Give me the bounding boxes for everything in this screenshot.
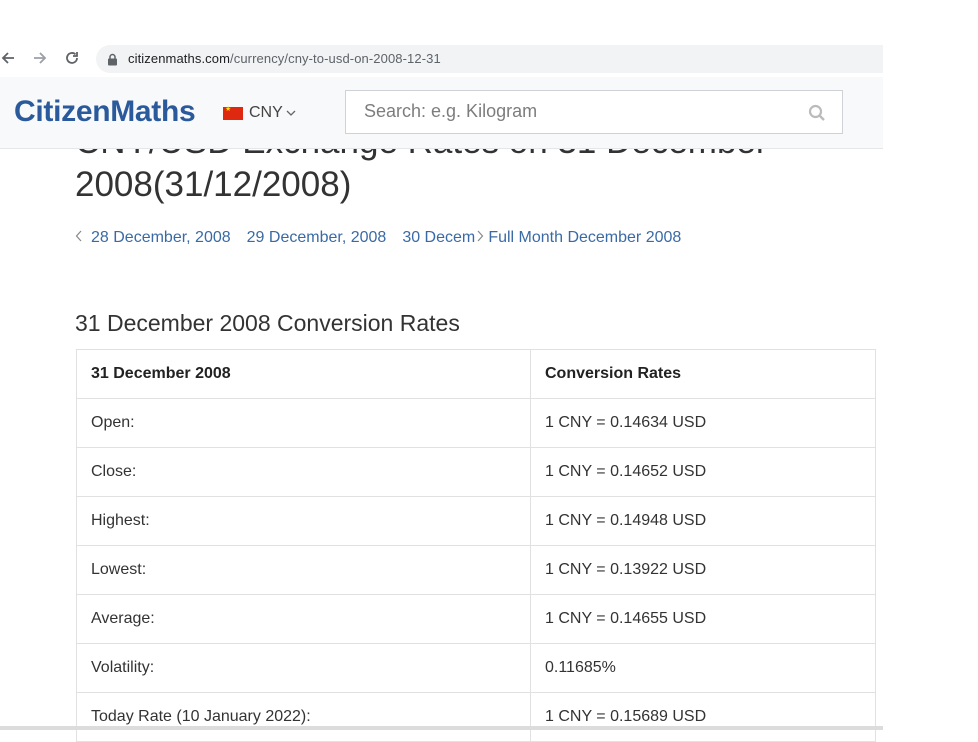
row-label: Average:	[76, 594, 531, 644]
date-navigation: 28 December, 2008 29 December, 2008 30 D…	[75, 229, 681, 247]
date-link-29-december[interactable]: 29 December, 2008	[247, 229, 387, 247]
browser-toolbar: citizenmaths.com/currency/cny-to-usd-on-…	[0, 40, 883, 77]
row-value: 1 CNY = 0.13922 USD	[530, 545, 876, 595]
row-label: Close:	[76, 447, 531, 497]
search-input[interactable]	[362, 100, 786, 123]
table-header-row: 31 December 2008 Conversion Rates	[76, 349, 876, 399]
chevron-down-icon	[286, 104, 296, 122]
column-header-rates: Conversion Rates	[530, 349, 876, 399]
forward-icon[interactable]	[30, 48, 50, 68]
table-row: Open: 1 CNY = 0.14634 USD	[76, 398, 876, 448]
table-row: Lowest: 1 CNY = 0.13922 USD	[76, 545, 876, 595]
row-label: Open:	[76, 398, 531, 448]
row-value: 1 CNY = 0.14655 USD	[530, 594, 876, 644]
url-path: /currency/cny-to-usd-on-2008-12-31	[230, 51, 441, 66]
row-label: Lowest:	[76, 545, 531, 595]
lock-icon	[107, 53, 118, 71]
back-icon[interactable]	[0, 48, 18, 68]
row-value: 1 CNY = 0.14634 USD	[530, 398, 876, 448]
row-value: 0.11685%	[530, 643, 876, 693]
currency-label: CNY	[249, 104, 283, 121]
conversion-rates-table: 31 December 2008 Conversion Rates Open: …	[76, 349, 876, 742]
url-host: citizenmaths.com	[128, 51, 231, 66]
currency-selector[interactable]: CNY	[223, 104, 296, 122]
row-value: 1 CNY = 0.14948 USD	[530, 496, 876, 546]
url-text: citizenmaths.com/currency/cny-to-usd-on-…	[128, 51, 441, 66]
table-row: Average: 1 CNY = 0.14655 USD	[76, 594, 876, 644]
site-logo[interactable]: CitizenMaths	[14, 95, 196, 129]
column-header-date: 31 December 2008	[76, 349, 531, 399]
china-flag-icon	[223, 105, 243, 120]
date-link-28-december[interactable]: 28 December, 2008	[91, 229, 231, 247]
row-label: Highest:	[76, 496, 531, 546]
chevron-left-icon[interactable]	[75, 229, 83, 247]
address-bar[interactable]: citizenmaths.com/currency/cny-to-usd-on-…	[96, 45, 883, 73]
reload-icon[interactable]	[62, 48, 82, 68]
table-row: Volatility: 0.11685%	[76, 643, 876, 693]
site-header: CitizenMaths CNY	[0, 77, 883, 149]
horizontal-scrollbar[interactable]	[0, 726, 883, 730]
table-row: Close: 1 CNY = 0.14652 USD	[76, 447, 876, 497]
table-row: Today Rate (10 January 2022): 1 CNY = 0.…	[76, 692, 876, 742]
section-title: 31 December 2008 Conversion Rates	[75, 310, 460, 336]
table-row: Highest: 1 CNY = 0.14948 USD	[76, 496, 876, 546]
row-label: Today Rate (10 January 2022):	[76, 692, 531, 742]
date-link-30-december[interactable]: 30 December, 2008	[402, 229, 475, 246]
chevron-right-icon[interactable]	[476, 229, 484, 247]
row-value: 1 CNY = 0.15689 USD	[530, 692, 876, 742]
search-icon[interactable]	[808, 104, 826, 127]
row-label: Volatility:	[76, 643, 531, 693]
full-month-link[interactable]: Full Month December 2008	[488, 229, 681, 247]
row-value: 1 CNY = 0.14652 USD	[530, 447, 876, 497]
search-box	[345, 90, 843, 134]
